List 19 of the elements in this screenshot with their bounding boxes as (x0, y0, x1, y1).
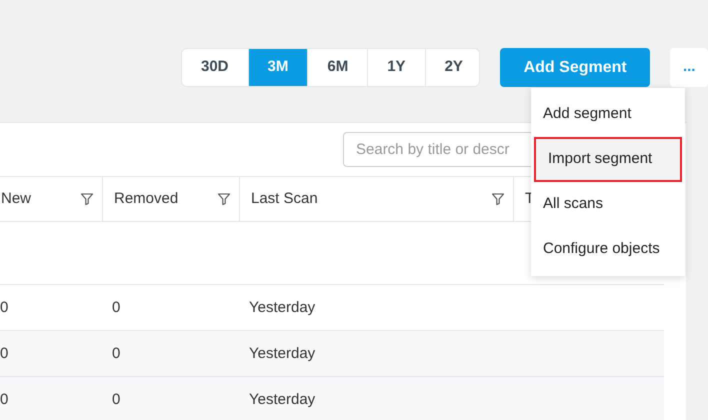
table-cell: 0 (0, 390, 8, 408)
column-header: New (1, 188, 32, 209)
table-cell: 0 (0, 344, 8, 362)
table-cell: 0 (112, 390, 120, 408)
table-cell: Yesterday (249, 344, 316, 362)
table-cell: Yesterday (249, 298, 316, 316)
column-header: Removed (114, 188, 178, 209)
filter-icon[interactable] (217, 192, 231, 206)
table-cell: 0 (0, 298, 8, 316)
table-cell: 0 (112, 344, 120, 362)
filter-icon[interactable] (80, 192, 94, 206)
menu-item[interactable]: Import segment (534, 137, 682, 182)
filter-icon[interactable] (491, 192, 505, 206)
menu-item[interactable]: Configure objects (531, 227, 685, 272)
column-header: Last Scan (251, 188, 318, 209)
table-cell: 0 (112, 298, 120, 316)
menu-item[interactable]: All scans (531, 182, 685, 227)
range-tab[interactable]: 2Y (424, 49, 479, 86)
table-cell: Yesterday (249, 390, 316, 408)
